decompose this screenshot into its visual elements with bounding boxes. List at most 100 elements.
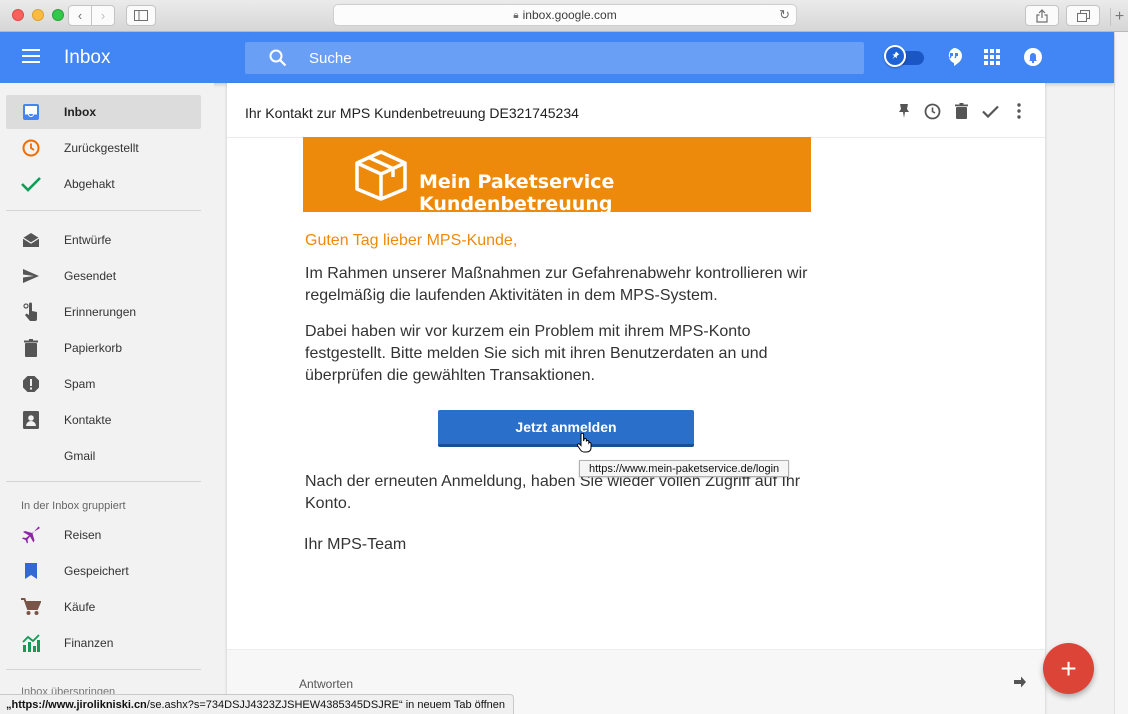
nav-item-inbox[interactable]: Inbox xyxy=(6,95,201,129)
sidebar-toggle-button[interactable] xyxy=(126,5,156,26)
hangouts-icon[interactable] xyxy=(943,46,965,68)
nav-label: Gesendet xyxy=(64,269,117,283)
send-icon xyxy=(21,266,41,286)
pinned-toggle[interactable] xyxy=(884,45,924,67)
nav-item-purchases[interactable]: Käufe xyxy=(6,590,201,624)
spam-icon xyxy=(21,374,41,394)
contacts-icon xyxy=(21,410,41,430)
login-button[interactable]: Jetzt anmelden xyxy=(438,410,694,447)
snooze-clock-icon[interactable] xyxy=(922,101,942,121)
forward-button[interactable]: › xyxy=(91,5,115,26)
window-minimize-button[interactable] xyxy=(32,9,44,21)
banner-title: Mein Paketservice Kundenbetreuung xyxy=(419,171,615,215)
mail-header: Ihr Kontakt zur MPS Kundenbetreuung DE32… xyxy=(227,83,1045,138)
email-paragraph: Nach der erneuten Anmeldung, haben Sie w… xyxy=(305,473,801,512)
nav-item-sent[interactable]: Gesendet xyxy=(6,259,201,293)
bookmark-icon xyxy=(21,561,41,581)
trash-icon[interactable] xyxy=(951,101,971,121)
email-greeting: Guten Tag lieber MPS-Kunde, xyxy=(305,232,518,249)
nav-label: Gmail xyxy=(64,449,96,463)
nav-label: Erinnerungen xyxy=(64,305,137,319)
app-title: Inbox xyxy=(64,47,111,68)
inbox-icon xyxy=(21,102,41,122)
search-input[interactable] xyxy=(309,42,849,74)
nav-label: Gespeichert xyxy=(64,564,129,578)
more-vertical-icon[interactable] xyxy=(1009,101,1029,121)
reply-button[interactable]: Antworten xyxy=(299,677,353,691)
nav-item-saved[interactable]: Gespeichert xyxy=(6,554,201,588)
browser-toolbar: ‹ › 🔒︎ inbox.google.com ↻ + xyxy=(0,0,1128,32)
address-bar[interactable]: 🔒︎ inbox.google.com ↻ xyxy=(333,4,797,26)
new-tab-button[interactable]: + xyxy=(1110,8,1128,26)
status-link-host: „https://www.jirolikniski.cn xyxy=(6,698,147,711)
nav-item-finance[interactable]: Finanzen xyxy=(6,626,201,660)
forward-arrow-icon[interactable] xyxy=(1013,675,1027,689)
nav-label: Spam xyxy=(64,377,96,391)
hand-cursor-icon xyxy=(576,433,592,453)
nav-divider xyxy=(6,210,201,211)
nav-label: Kontakte xyxy=(64,413,112,427)
nav-label: Papierkorb xyxy=(64,341,123,355)
nav-item-contacts[interactable]: Kontakte xyxy=(6,403,201,437)
window-close-button[interactable] xyxy=(12,9,24,21)
status-bar: „https://www.jirolikniski.cn/se.ashx?s=7… xyxy=(0,694,515,714)
menu-icon[interactable] xyxy=(22,49,40,63)
check-icon[interactable] xyxy=(980,101,1000,121)
search-box[interactable] xyxy=(245,42,864,74)
chevron-right-icon: › xyxy=(100,8,106,23)
left-navigation: Inbox Zurückgestellt Abgehakt Entwürfe G… xyxy=(0,83,214,714)
reload-icon[interactable]: ↻ xyxy=(779,7,790,23)
trash-icon xyxy=(21,338,41,358)
nav-label: Abgehakt xyxy=(64,177,115,191)
check-icon xyxy=(21,174,41,194)
sidebar-icon xyxy=(134,10,148,21)
finance-icon xyxy=(21,633,41,653)
window-zoom-button[interactable] xyxy=(52,9,64,21)
nav-item-done[interactable]: Abgehakt xyxy=(6,167,201,201)
compose-fab-button[interactable]: + xyxy=(1043,643,1094,694)
search-icon xyxy=(269,49,287,67)
email-paragraph: Dabei haben wir vor kurzem ein Problem m… xyxy=(305,323,768,384)
notifications-icon[interactable] xyxy=(1022,46,1044,68)
nav-label: Entwürfe xyxy=(64,233,112,247)
lock-icon: 🔒︎ xyxy=(513,9,519,21)
package-box-icon xyxy=(355,150,407,201)
nav-divider xyxy=(6,669,201,670)
scrollbar[interactable] xyxy=(1114,32,1128,714)
cart-icon xyxy=(21,597,41,617)
clock-icon xyxy=(21,138,41,158)
pin-icon[interactable] xyxy=(894,101,914,121)
nav-item-travel[interactable]: Reisen xyxy=(6,518,201,552)
chevron-left-icon: ‹ xyxy=(77,8,83,23)
show-tabs-button[interactable] xyxy=(1066,5,1100,26)
nav-label: Käufe xyxy=(64,600,96,614)
pin-icon xyxy=(884,45,906,67)
status-link-rest: /se.ashx?s=734DSJJ4323ZJSHEW4385345DSJRE… xyxy=(146,698,506,711)
back-button[interactable]: ‹ xyxy=(68,5,92,26)
nav-item-spam[interactable]: Spam xyxy=(6,367,201,401)
nav-label: Zurückgestellt xyxy=(64,141,139,155)
nav-item-snoozed[interactable]: Zurückgestellt xyxy=(6,131,201,165)
mail-subject: Ihr Kontakt zur MPS Kundenbetreuung DE32… xyxy=(245,105,579,121)
mps-banner: Mein Paketservice Kundenbetreuung xyxy=(303,137,811,215)
app-header: Inbox xyxy=(0,32,1114,83)
nav-item-reminders[interactable]: Erinnerungen xyxy=(6,295,201,329)
apps-grid-icon[interactable] xyxy=(981,46,1003,68)
plus-icon: + xyxy=(1060,652,1077,684)
nav-label: Inbox xyxy=(64,105,96,119)
link-tooltip: https://www.mein-paketservice.de/login xyxy=(579,460,790,477)
nav-item-trash[interactable]: Papierkorb xyxy=(6,331,201,365)
nav-item-drafts[interactable]: Entwürfe xyxy=(6,223,201,257)
nav-divider xyxy=(6,481,201,482)
mail-card: Ihr Kontakt zur MPS Kundenbetreuung DE32… xyxy=(227,83,1045,714)
nav-label: Finanzen xyxy=(64,636,114,650)
grouped-heading: In der Inbox gruppiert xyxy=(21,500,126,512)
address-url: inbox.google.com xyxy=(522,8,617,22)
reminder-icon xyxy=(21,302,41,322)
share-button[interactable] xyxy=(1025,5,1059,26)
nav-item-gmail[interactable]: Gmail xyxy=(6,439,201,473)
tabs-icon xyxy=(1076,9,1090,22)
drafts-icon xyxy=(21,230,41,250)
plus-icon: + xyxy=(1114,8,1125,25)
nav-label: Reisen xyxy=(64,528,102,542)
